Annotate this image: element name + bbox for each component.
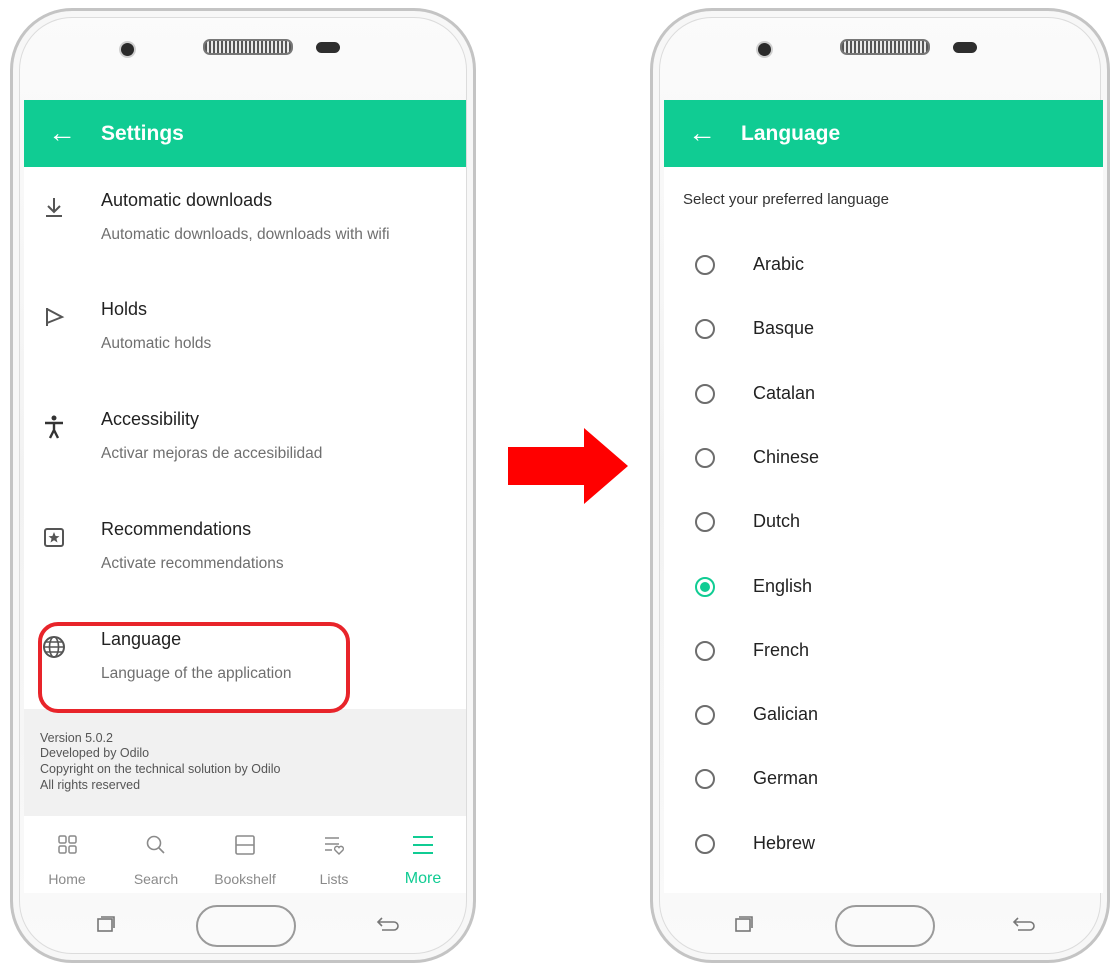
bookshelf-icon xyxy=(235,835,255,855)
transition-arrow-icon xyxy=(508,428,628,504)
setting-recommendations[interactable]: Recommendations Activate recommendations xyxy=(24,517,466,617)
setting-automatic-downloads[interactable]: Automatic downloads Automatic downloads,… xyxy=(24,188,466,288)
download-icon xyxy=(46,198,62,217)
nav-search[interactable]: Search xyxy=(116,816,196,893)
language-label: Arabic xyxy=(753,254,805,274)
language-highlight-outline xyxy=(38,622,350,713)
radio-button[interactable] xyxy=(695,319,715,340)
hardware-buttons xyxy=(653,903,1107,953)
language-label: French xyxy=(753,639,810,660)
radio-button[interactable] xyxy=(695,705,715,726)
phone-frame-settings: ← Settings Automatic downloads Automatic… xyxy=(10,8,476,963)
language-app-bar: ← Language xyxy=(664,100,1103,167)
page-title: Language xyxy=(741,122,841,145)
phone-frame-language: ← Language Select your preferred languag… xyxy=(650,8,1110,963)
back-key-icon[interactable] xyxy=(376,915,400,933)
settings-screen: ← Settings Automatic downloads Automatic… xyxy=(24,100,466,893)
nav-more[interactable]: More xyxy=(383,816,463,893)
nav-bookshelf[interactable]: Bookshelf xyxy=(205,816,285,893)
nav-label: Search xyxy=(133,871,179,887)
settings-app-bar: ← Settings xyxy=(24,100,466,167)
language-label: German xyxy=(753,768,819,789)
language-option[interactable]: Hebrew xyxy=(664,826,1103,890)
language-prompt: Select your preferred language xyxy=(683,191,889,208)
radio-button[interactable] xyxy=(695,447,715,468)
page-title: Settings xyxy=(101,122,184,145)
proximity-sensor xyxy=(953,42,977,53)
star-badge-icon xyxy=(44,528,64,547)
setting-subtitle: Automatic holds xyxy=(101,335,212,352)
rights-text: All rights reserved xyxy=(40,778,141,792)
recent-apps-icon[interactable] xyxy=(734,915,754,933)
setting-subtitle: Activar mejoras de accesibilidad xyxy=(101,445,323,462)
list-heart-icon xyxy=(325,837,345,855)
home-button[interactable] xyxy=(196,905,296,947)
language-label: Chinese xyxy=(753,446,820,467)
radio-button[interactable] xyxy=(695,576,715,597)
language-option[interactable]: Chinese xyxy=(664,440,1103,504)
language-label: Hebrew xyxy=(753,832,816,853)
language-option[interactable]: Dutch xyxy=(664,504,1103,568)
back-key-icon[interactable] xyxy=(1012,915,1036,933)
setting-title: Holds xyxy=(101,299,148,319)
language-option[interactable]: Basque xyxy=(664,311,1103,375)
menu-icon xyxy=(413,836,433,854)
accessibility-icon xyxy=(45,415,63,439)
language-option[interactable]: English xyxy=(664,569,1103,633)
radio-button[interactable] xyxy=(695,640,715,661)
language-screen: ← Language Select your preferred languag… xyxy=(664,100,1103,893)
front-camera xyxy=(758,43,771,56)
setting-title: Automatic downloads xyxy=(101,190,273,210)
arrow-left-icon[interactable]: ← xyxy=(688,113,716,153)
language-label: Dutch xyxy=(753,511,801,532)
radio-button[interactable] xyxy=(695,769,715,790)
proximity-sensor xyxy=(316,42,340,53)
copyright-text: Copyright on the technical solution by O… xyxy=(40,762,281,776)
recent-apps-icon[interactable] xyxy=(96,915,116,933)
nav-label: Lists xyxy=(319,871,349,887)
bottom-navigation: Home Search Bookshelf Lists More xyxy=(24,816,466,893)
language-label: Catalan xyxy=(753,382,816,403)
setting-subtitle: Activate recommendations xyxy=(101,555,284,572)
language-option[interactable]: French xyxy=(664,633,1103,697)
radio-button[interactable] xyxy=(695,383,715,404)
setting-title: Accessibility xyxy=(101,409,200,429)
setting-title: Recommendations xyxy=(101,519,252,539)
radio-button[interactable] xyxy=(695,255,715,275)
earpiece-speaker xyxy=(203,39,293,55)
home-button[interactable] xyxy=(835,905,935,947)
earpiece-speaker xyxy=(840,39,930,55)
radio-button[interactable] xyxy=(695,512,715,533)
language-label: Galician xyxy=(753,704,819,725)
nav-label: More xyxy=(404,870,442,887)
nav-lists[interactable]: Lists xyxy=(294,816,374,893)
setting-accessibility[interactable]: Accessibility Activar mejoras de accesib… xyxy=(24,407,466,507)
nav-label: Bookshelf xyxy=(214,871,276,887)
front-camera xyxy=(121,43,134,56)
nav-label: Home xyxy=(48,871,86,887)
hardware-buttons xyxy=(13,903,473,953)
developer-text: Developed by Odilo xyxy=(40,746,150,760)
flag-icon xyxy=(46,308,65,326)
language-option[interactable]: Arabic xyxy=(664,247,1103,311)
language-option[interactable]: Galician xyxy=(664,697,1103,761)
language-label: English xyxy=(753,575,813,596)
setting-subtitle: Automatic downloads, downloads with wifi xyxy=(101,226,390,243)
language-option[interactable]: German xyxy=(664,761,1103,825)
language-label: Basque xyxy=(753,318,815,339)
nav-home[interactable]: Home xyxy=(27,816,107,893)
grid-icon xyxy=(58,835,77,854)
app-info-footer: Version 5.0.2 Developed by Odilo Copyrig… xyxy=(24,709,466,816)
setting-holds[interactable]: Holds Automatic holds xyxy=(24,297,466,397)
radio-button[interactable] xyxy=(695,833,715,854)
search-icon xyxy=(146,835,165,854)
version-text: Version 5.0.2 xyxy=(40,731,113,745)
language-option[interactable]: Catalan xyxy=(664,376,1103,440)
arrow-left-icon[interactable]: ← xyxy=(48,113,76,153)
